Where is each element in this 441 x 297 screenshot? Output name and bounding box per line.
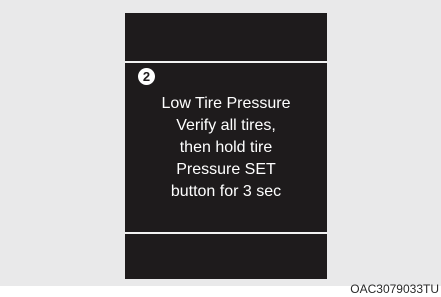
message-line-2: Verify all tires, [176, 117, 276, 134]
figure-code: OAC3079033TU [350, 282, 439, 296]
message-line-5: button for 3 sec [170, 183, 282, 200]
display-divider-top [125, 61, 327, 63]
tire-pressure-warning-message: Low Tire Pressure Verify all tires, then… [125, 93, 327, 203]
display-divider-bottom [125, 232, 327, 234]
figure-background: 2 Low Tire Pressure Verify all tires, th… [0, 0, 441, 286]
message-line-3: then hold tire [179, 139, 273, 156]
cluster-display-screen: 2 Low Tire Pressure Verify all tires, th… [125, 13, 327, 279]
callout-number-2: 2 [138, 68, 155, 85]
message-line-4: Pressure SET [176, 161, 276, 178]
message-line-1: Low Tire Pressure [161, 95, 291, 112]
